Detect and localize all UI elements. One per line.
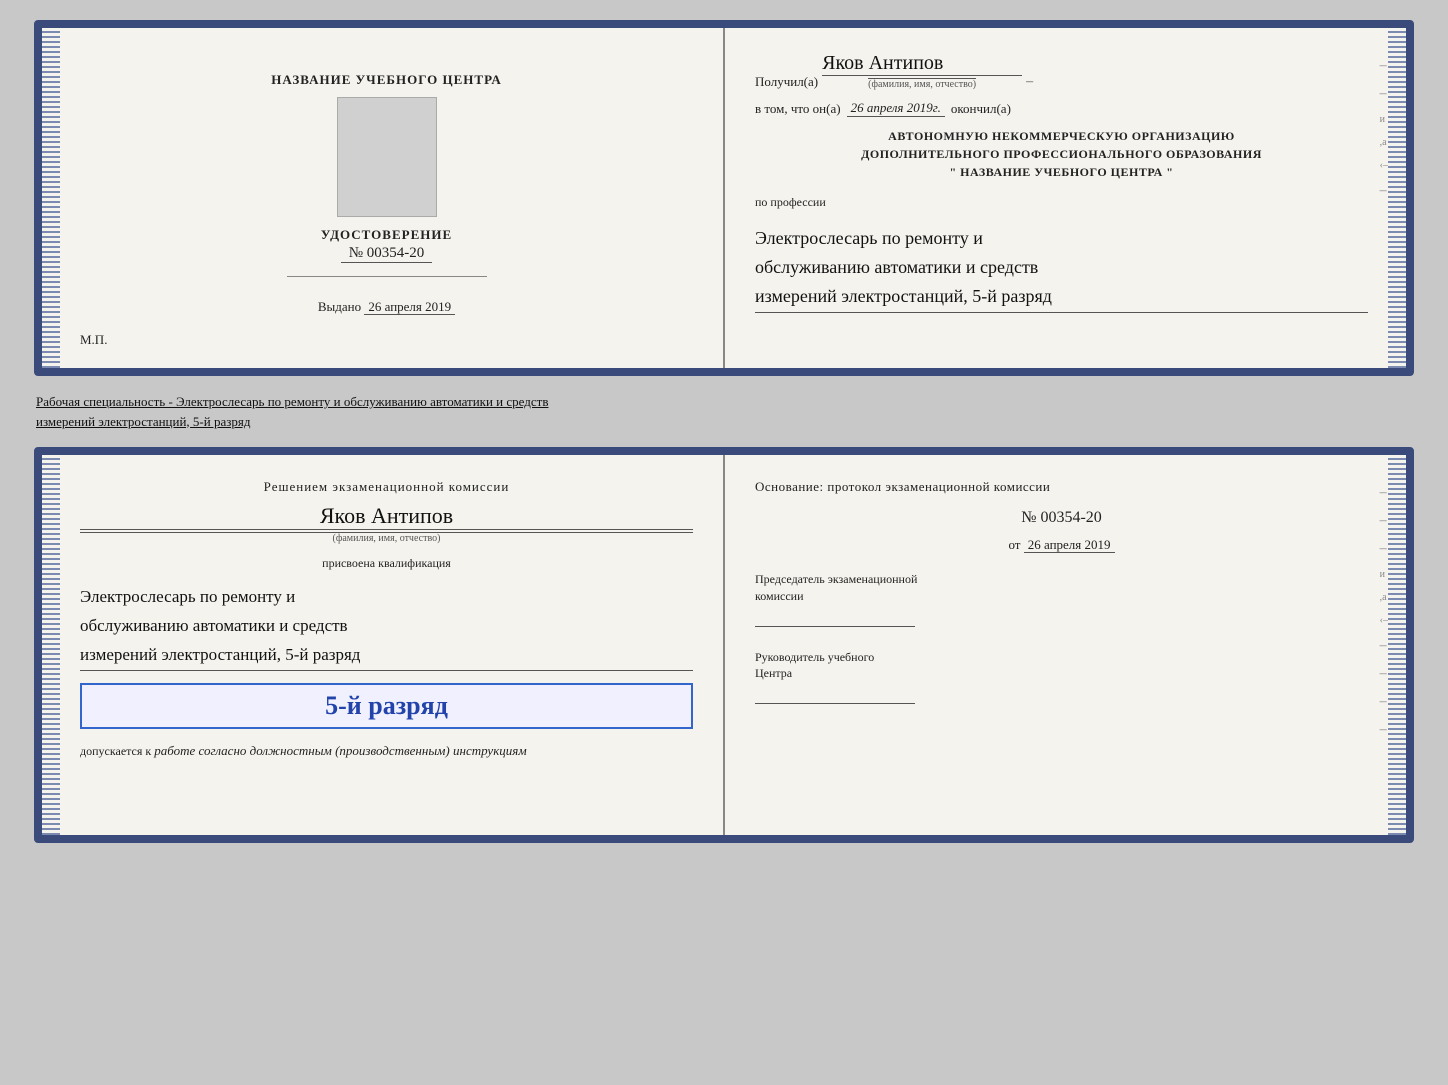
org-line1: АВТОНОМНУЮ НЕКОММЕРЧЕСКУЮ ОРГАНИЗАЦИЮ — [755, 127, 1368, 145]
vydano-line: Выдано 26 апреля 2019 — [318, 299, 455, 315]
vtom-line: в том, что он(а) 26 апреля 2019г. окончи… — [755, 100, 1368, 117]
rukov-sign-line — [755, 686, 915, 704]
rukov-subtitle: Центра — [755, 666, 792, 680]
predsedatel-title: Председатель экзаменационной комиссии — [755, 571, 1368, 605]
dopuskaetsya-prefix: допускается к — [80, 744, 151, 758]
recipient-line: Получил(а) Яков Антипов (фамилия, имя, о… — [755, 52, 1368, 90]
org-line3: " НАЗВАНИЕ УЧЕБНОГО ЦЕНТРА " — [755, 163, 1368, 181]
rukov-title-text: Руководитель учебного — [755, 650, 874, 664]
side-dashes-top: – – и ,а ‹– – — [1380, 58, 1388, 199]
middle-text-line2: измерений электростанций, 5-й разряд — [36, 414, 250, 429]
middle-text-line1: Рабочая специальность - Электрослесарь п… — [36, 394, 548, 409]
top-right-panel: Получил(а) Яков Антипов (фамилия, имя, о… — [725, 28, 1406, 368]
vydano-label: Выдано — [318, 299, 361, 314]
bottom-name: Яков Антипов — [80, 503, 693, 530]
udostoverenie-block: УДОСТОВЕРЕНИЕ № 00354-20 — [321, 227, 452, 263]
recipient-name: Яков Антипов — [822, 52, 1022, 76]
profession-line2: обслуживанию автоматики и средств — [755, 253, 1368, 282]
rukov-block: Руководитель учебного Центра — [755, 649, 1368, 705]
profession-line3: измерений электростанций, 5-й разряд — [755, 282, 1368, 311]
mp-label: М.П. — [80, 332, 107, 348]
udostoverenie-num: № 00354-20 — [341, 245, 433, 263]
fio-sublabel-bottom: (фамилия, имя, отчество) — [80, 532, 693, 544]
vydano-date: 26 апреля 2019 — [364, 299, 455, 315]
ot-label: от — [1008, 537, 1020, 552]
predsedatel-subtitle: комиссии — [755, 589, 804, 603]
qual-line2: обслуживанию автоматики и средств — [80, 612, 693, 641]
rukov-title: Руководитель учебного Центра — [755, 649, 1368, 683]
osnovanie-title: Основание: протокол экзаменационной коми… — [755, 479, 1368, 495]
bottom-document-card: Решением экзаменационной комиссии Яков А… — [34, 447, 1414, 843]
reshenie-title: Решением экзаменационной комиссии — [80, 479, 693, 495]
top-document-card: НАЗВАНИЕ УЧЕБНОГО ЦЕНТРА УДОСТОВЕРЕНИЕ №… — [34, 20, 1414, 376]
prisvoena-label: присвоена квалификация — [80, 556, 693, 571]
dopuskaetsya-line: допускается к работе согласно должностны… — [80, 743, 693, 759]
ot-date-value: 26 апреля 2019 — [1024, 537, 1115, 553]
predsedatel-title-text: Председатель экзаменационной — [755, 572, 917, 586]
top-left-panel: НАЗВАНИЕ УЧЕБНОГО ЦЕНТРА УДОСТОВЕРЕНИЕ №… — [42, 28, 725, 368]
vtom-prefix: в том, что он(а) — [755, 101, 841, 117]
bottom-name-block: Яков Антипов (фамилия, имя, отчество) — [80, 503, 693, 544]
qual-line1: Электрослесарь по ремонту и — [80, 583, 693, 612]
qual-line3: измерений электростанций, 5-й разряд — [80, 641, 693, 670]
predsedatel-block: Председатель экзаменационной комиссии — [755, 571, 1368, 627]
okonchill-label: окончил(а) — [951, 101, 1011, 117]
profession-line1: Электрослесарь по ремонту и — [755, 224, 1368, 253]
protocol-num: № 00354-20 — [755, 509, 1368, 527]
profession-text: Электрослесарь по ремонту и обслуживанию… — [755, 224, 1368, 313]
bottom-left-panel: Решением экзаменационной комиссии Яков А… — [42, 455, 725, 835]
vtom-date: 26 апреля 2019г. — [847, 100, 945, 117]
org-block: АВТОНОМНУЮ НЕКОММЕРЧЕСКУЮ ОРГАНИЗАЦИЮ ДО… — [755, 127, 1368, 181]
photo-placeholder — [337, 97, 437, 217]
side-dashes-bottom: – – – и ,а ‹– – – – – — [1380, 485, 1388, 738]
po-professii-label: по профессии — [755, 195, 1368, 210]
dopuskaetsya-italic: работе согласно должностным (производств… — [154, 743, 526, 758]
org-line2: ДОПОЛНИТЕЛЬНОГО ПРОФЕССИОНАЛЬНОГО ОБРАЗО… — [755, 145, 1368, 163]
predsedatel-sign-line — [755, 609, 915, 627]
poluchil-label: Получил(а) — [755, 74, 818, 90]
fio-sublabel-top: (фамилия, имя, отчество) — [868, 78, 976, 90]
qualification-text: Электрослесарь по ремонту и обслуживанию… — [80, 583, 693, 671]
top-center-title: НАЗВАНИЕ УЧЕБНОГО ЦЕНТРА — [271, 72, 502, 88]
bottom-right-panel: Основание: протокол экзаменационной коми… — [725, 455, 1406, 835]
ot-date-line: от 26 апреля 2019 — [755, 537, 1368, 553]
middle-text-block: Рабочая специальность - Электрослесарь п… — [34, 388, 1414, 435]
udostoverenie-label: УДОСТОВЕРЕНИЕ — [321, 227, 452, 243]
razryad-badge: 5-й разряд — [80, 683, 693, 729]
